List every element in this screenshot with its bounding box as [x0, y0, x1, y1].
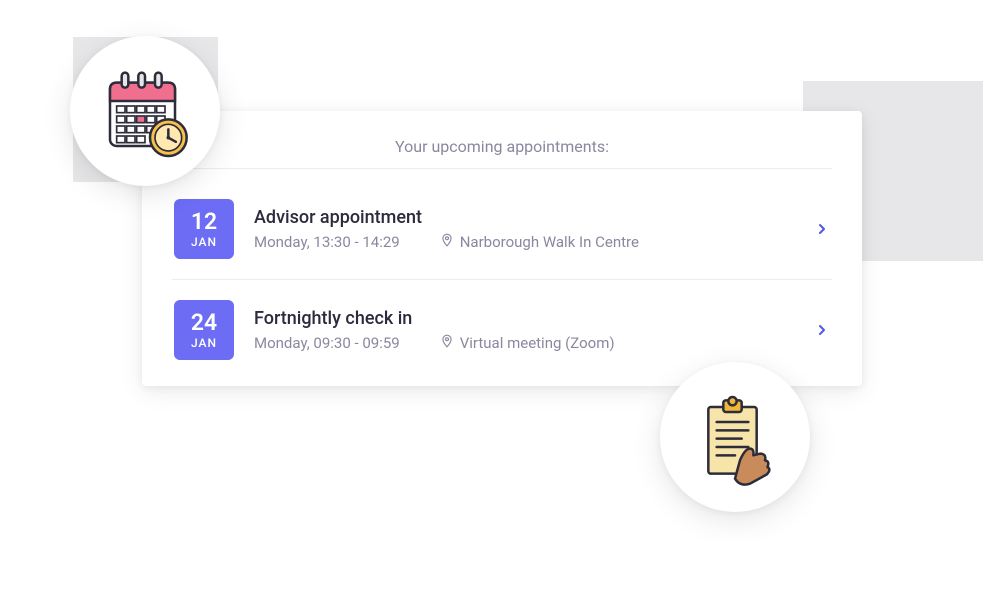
- date-month: JAN: [191, 336, 217, 350]
- date-badge: 24 JAN: [174, 300, 234, 360]
- appointment-main: Advisor appointment Monday, 13:30 - 14:2…: [254, 207, 804, 252]
- appointments-card: Your upcoming appointments: 12 JAN Advis…: [142, 111, 862, 386]
- date-day: 24: [191, 311, 217, 334]
- appointment-row[interactable]: 24 JAN Fortnightly check in Monday, 09:3…: [172, 280, 832, 366]
- appointment-subtitle: Monday, 13:30 - 14:29 Narborough Walk In…: [254, 232, 804, 252]
- date-month: JAN: [191, 235, 217, 249]
- appointment-main: Fortnightly check in Monday, 09:30 - 09:…: [254, 308, 804, 353]
- date-day: 12: [191, 210, 217, 233]
- date-badge: 12 JAN: [174, 199, 234, 259]
- appointment-location: Virtual meeting (Zoom): [440, 333, 615, 353]
- appointment-location-text: Virtual meeting (Zoom): [460, 334, 615, 352]
- appointment-time: Monday, 13:30 - 14:29: [254, 233, 400, 251]
- calendar-clock-icon: [70, 36, 220, 186]
- appointment-subtitle: Monday, 09:30 - 09:59 Virtual meeting (Z…: [254, 333, 804, 353]
- appointment-location-text: Narborough Walk In Centre: [460, 233, 639, 251]
- chevron-right-icon: [814, 322, 830, 338]
- location-pin-icon: [440, 333, 454, 353]
- appointment-location: Narborough Walk In Centre: [440, 232, 639, 252]
- clipboard-hand-icon: [660, 362, 810, 512]
- appointment-time: Monday, 09:30 - 09:59: [254, 334, 400, 352]
- location-pin-icon: [440, 232, 454, 252]
- appointment-title: Fortnightly check in: [254, 308, 804, 329]
- chevron-right-icon: [814, 221, 830, 237]
- appointment-row[interactable]: 12 JAN Advisor appointment Monday, 13:30…: [172, 179, 832, 280]
- appointment-title: Advisor appointment: [254, 207, 804, 228]
- card-title: Your upcoming appointments:: [172, 137, 832, 169]
